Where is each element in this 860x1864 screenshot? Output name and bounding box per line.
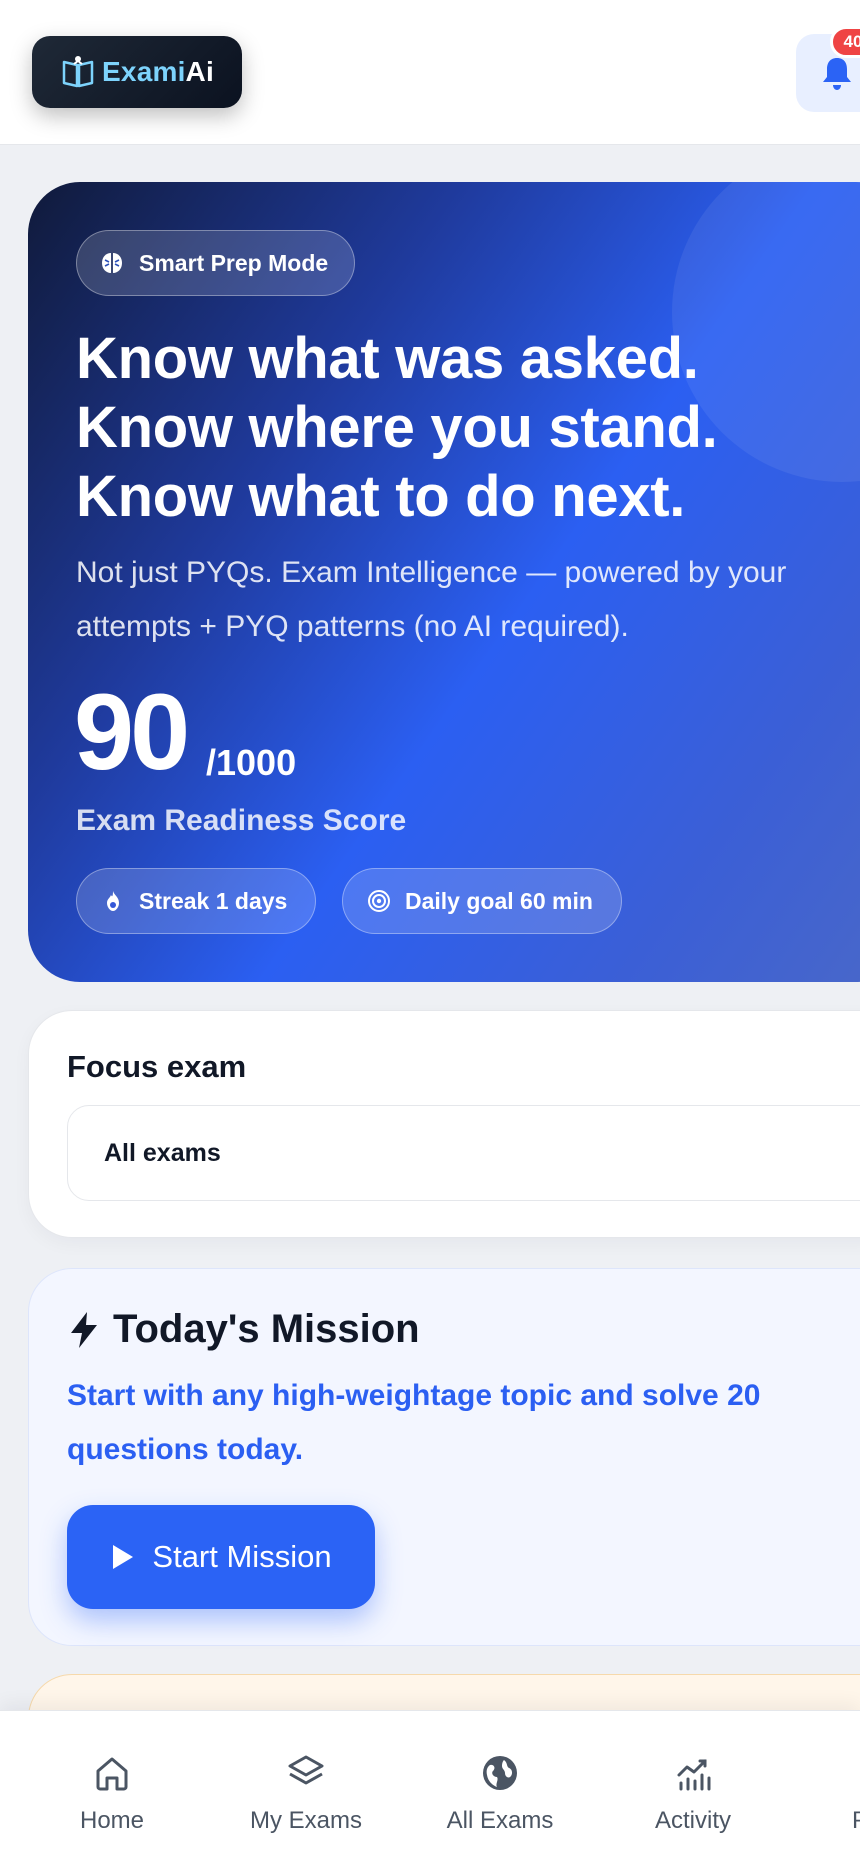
todays-mission-card: Today's Mission Start with any high-weig…: [28, 1268, 860, 1646]
hero-headline-line: Know what to do next.: [76, 464, 686, 529]
streak-label: Streak 1 days: [139, 887, 288, 914]
hero-banner: Smart Prep Mode Know what was asked. Kno…: [28, 182, 860, 982]
readiness-score-value: 90: [74, 671, 190, 792]
top-header: ExamiAi 40: [0, 0, 860, 145]
nav-item-home[interactable]: Home: [22, 1711, 202, 1864]
focus-exam-selected-value: All exams: [104, 1138, 221, 1167]
hero-headline-line: Know what was asked.: [76, 326, 699, 391]
app-logo[interactable]: ExamiAi: [32, 36, 242, 108]
target-icon: [368, 890, 390, 912]
nav-item-all-exams[interactable]: All Exams: [410, 1711, 590, 1864]
play-icon: [113, 1545, 134, 1569]
focus-exam-title: Focus exam: [67, 1049, 247, 1084]
logo-text: ExamiAi: [102, 56, 214, 87]
notification-count-badge: 40: [830, 26, 860, 58]
readiness-score-label: Exam Readiness Score: [76, 804, 407, 837]
hero-subtitle-line: Not just PYQs. Exam Intelligence — power…: [76, 556, 787, 589]
nav-label-my-exams: My Exams: [249, 1807, 362, 1834]
hero-subtitle-line: attempts + PYQ patterns (no AI required)…: [76, 610, 629, 643]
start-mission-label: Start Mission: [152, 1539, 332, 1574]
brain-icon: [102, 253, 122, 273]
nav-label-all-exams: All Exams: [446, 1807, 554, 1834]
daily-goal-label: Daily goal 60 min: [405, 887, 593, 914]
mission-description: Start with any high-weightage topic and …: [67, 1369, 860, 1477]
daily-goal-chip[interactable]: Daily goal 60 min: [342, 868, 622, 934]
start-mission-button[interactable]: Start Mission: [67, 1505, 375, 1609]
bottom-navigation: Home My Exams All Exams Activity P: [0, 1710, 860, 1864]
nav-item-my-exams[interactable]: My Exams: [216, 1711, 396, 1864]
focus-exam-card: Focus exam All exams: [28, 1010, 860, 1238]
nav-item-activity[interactable]: Activity: [603, 1711, 783, 1864]
hero-subtitle: Not just PYQs. Exam Intelligence — power…: [76, 546, 860, 654]
nav-item-profile[interactable]: Profile: [796, 1711, 860, 1864]
focus-exam-select[interactable]: All exams: [67, 1105, 860, 1201]
readiness-score-max: /1000: [206, 742, 297, 783]
hero-headline-line: Know where you stand.: [76, 395, 718, 460]
fire-icon: [107, 891, 119, 911]
mission-title: Today's Mission: [113, 1307, 420, 1351]
globe-icon: [483, 1756, 517, 1790]
mission-description-line: questions today.: [67, 1433, 304, 1466]
mission-header: Today's Mission: [67, 1307, 420, 1352]
streak-chip[interactable]: Streak 1 days: [76, 868, 317, 934]
app-screen: ExamiAi 40 Smart Prep Mode Know what was…: [0, 0, 860, 1864]
mission-description-line: Start with any high-weightage topic and …: [67, 1379, 761, 1412]
layers-icon: [288, 1755, 324, 1785]
smart-prep-mode-label: Smart Prep Mode: [139, 249, 329, 276]
bell-icon: [823, 58, 851, 90]
nav-label-home: Home: [79, 1807, 145, 1834]
home-icon: [96, 1757, 128, 1791]
chart-icon: [677, 1759, 711, 1791]
nav-label-activity: Activity: [654, 1807, 731, 1834]
lightning-icon: [71, 1311, 97, 1348]
hero-headline: Know what was asked. Know where you stan…: [76, 324, 860, 531]
smart-prep-mode-badge: Smart Prep Mode: [76, 230, 356, 296]
book-icon: [62, 56, 94, 88]
nav-label-profile: Profile: [851, 1807, 860, 1834]
